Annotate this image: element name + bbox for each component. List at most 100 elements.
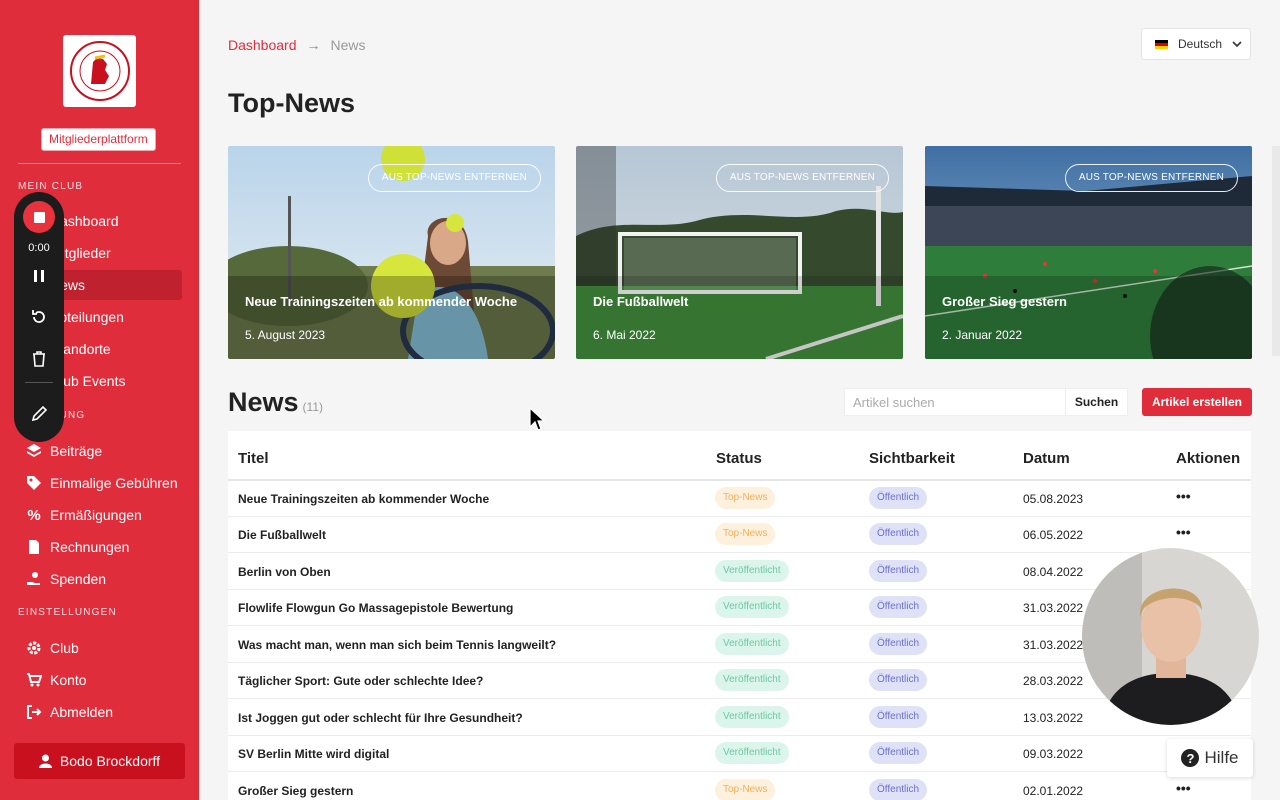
row-title[interactable]: Flowlife Flowgun Go Massagepistole Bewer… [238, 601, 513, 615]
more-actions-icon[interactable]: ••• [1176, 524, 1191, 540]
row-title[interactable]: Die Fußballwelt [238, 528, 326, 542]
club-crest-icon [69, 41, 130, 101]
sidebar-item-discounts[interactable]: % Ermäßigungen [18, 500, 182, 530]
section-label-settings: EINSTELLUNGEN [18, 607, 117, 618]
top-news-card[interactable]: AUS TOP-NEWS ENTFERNEN Neue Trainingszei… [228, 146, 555, 359]
sidebar-item-label: Ermäßigungen [50, 507, 142, 523]
sidebar-item-label: Abmelden [50, 704, 114, 720]
top-news-card[interactable]: AUS TOP-NEWS ENTFERNEN Die Fußballwelt 6… [576, 146, 903, 359]
row-title[interactable]: Ist Joggen gut oder schlecht für Ihre Ge… [238, 711, 523, 725]
sidebar-item-invoices[interactable]: Rechnungen [18, 532, 182, 562]
gear-icon [24, 638, 44, 658]
language-select[interactable]: Deutsch [1141, 28, 1251, 60]
column-header-visibility[interactable]: Sichtbarkeit [869, 450, 955, 467]
help-label: Hilfe [1204, 748, 1239, 767]
chevron-down-icon [1232, 41, 1242, 47]
breadcrumb: Dashboard → News [228, 37, 366, 53]
top-news-card[interactable]: AUS TOP-NEWS ENTFERNEN Großer Sieg geste… [925, 146, 1252, 359]
remove-from-top-news-button[interactable]: AUS TOP-NEWS ENTFERNEN [367, 164, 541, 192]
search-input[interactable] [844, 388, 1065, 416]
language-label: Deutsch [1178, 37, 1223, 51]
visibility-badge: Öffentlich [869, 669, 928, 691]
table-row[interactable]: Die Fußballwelt Top-News Öffentlich 06.0… [228, 517, 1251, 553]
column-header-title[interactable]: Titel [238, 450, 269, 467]
more-actions-icon[interactable]: ••• [1176, 488, 1191, 504]
help-button[interactable]: ? Hilfe [1167, 739, 1253, 777]
mouse-cursor-icon [529, 407, 545, 431]
pause-icon[interactable] [27, 264, 51, 288]
create-article-button[interactable]: Artikel erstellen [1142, 388, 1252, 416]
column-header-status[interactable]: Status [716, 450, 762, 467]
user-icon [38, 754, 52, 768]
sidebar-item-one-time-fees[interactable]: Einmalige Gebühren [18, 468, 182, 498]
visibility-badge: Öffentlich [869, 633, 928, 655]
news-title-text: News [228, 387, 299, 417]
table-row[interactable]: Großer Sieg gestern Top-News Öffentlich … [228, 773, 1251, 800]
club-logo[interactable] [63, 35, 136, 107]
remove-from-top-news-button[interactable]: AUS TOP-NEWS ENTFERNEN [715, 164, 889, 192]
logout-icon [24, 702, 44, 722]
invoice-icon [24, 537, 44, 557]
news-count: (11) [302, 400, 323, 414]
card-date: 2. Januar 2022 [942, 328, 1023, 342]
sidebar-item-label: Beiträge [50, 443, 103, 459]
row-date: 05.08.2023 [1023, 492, 1084, 506]
status-badge: Top-News [715, 523, 776, 545]
status-badge: Veröffentlicht [715, 669, 789, 691]
status-badge: Veröffentlicht [715, 633, 789, 655]
visibility-badge: Öffentlich [869, 487, 928, 509]
sidebar-item-label: Club [50, 640, 79, 656]
sidebar-item-label: Spenden [50, 571, 107, 587]
status-badge: Veröffentlicht [715, 596, 789, 618]
card-date: 6. Mai 2022 [593, 328, 656, 342]
news-section-title: News (11) [228, 387, 323, 418]
webcam-overlay [1082, 548, 1259, 725]
visibility-badge: Öffentlich [869, 560, 928, 582]
search-button[interactable]: Suchen [1065, 388, 1128, 416]
column-header-date[interactable]: Datum [1023, 450, 1070, 467]
breadcrumb-arrow: → [306, 37, 321, 53]
sidebar-item-donations[interactable]: Spenden [18, 564, 182, 594]
row-title[interactable]: Täglicher Sport: Gute oder schlechte Ide… [238, 674, 483, 688]
row-title[interactable]: Was macht man, wenn man sich beim Tennis… [238, 638, 556, 652]
trash-icon[interactable] [27, 346, 51, 370]
scrollbar[interactable] [1272, 146, 1280, 356]
column-header-actions: Aktionen [1176, 450, 1241, 467]
user-menu-button[interactable]: Bodo Brockdorff [14, 743, 185, 779]
sidebar-item-account[interactable]: Konto [18, 665, 182, 695]
layers-icon [24, 441, 44, 461]
sidebar-item-label: Konto [50, 672, 87, 688]
row-date: 28.03.2022 [1023, 674, 1084, 688]
more-actions-icon[interactable]: ••• [1176, 780, 1191, 796]
row-title[interactable]: Großer Sieg gestern [238, 784, 353, 798]
breadcrumb-dashboard-link[interactable]: Dashboard [228, 37, 297, 53]
visibility-badge: Öffentlich [869, 523, 928, 545]
sidebar-item-club[interactable]: Club [18, 633, 182, 663]
question-icon: ? [1181, 749, 1200, 767]
page-title: Top-News [228, 88, 355, 118]
row-title[interactable]: SV Berlin Mitte wird digital [238, 747, 389, 761]
recorder-divider [25, 382, 53, 383]
remove-from-top-news-button[interactable]: AUS TOP-NEWS ENTFERNEN [1064, 164, 1238, 192]
recording-time: 0:00 [28, 242, 50, 254]
row-date: 08.04.2022 [1023, 565, 1084, 579]
sidebar-item-label: Rechnungen [50, 539, 130, 555]
visibility-badge: Öffentlich [869, 779, 928, 800]
tag-icon [24, 473, 44, 493]
table-row[interactable]: Neue Trainingszeiten ab kommender Woche … [228, 481, 1251, 517]
table-row[interactable]: SV Berlin Mitte wird digital Veröffentli… [228, 736, 1251, 772]
row-date: 09.03.2022 [1023, 747, 1084, 761]
row-date: 31.03.2022 [1023, 601, 1084, 615]
card-title: Die Fußballwelt [593, 294, 689, 309]
restart-icon[interactable] [27, 305, 51, 329]
visibility-badge: Öffentlich [869, 596, 928, 618]
pencil-icon[interactable] [27, 402, 51, 426]
donate-icon [24, 569, 44, 589]
card-title: Großer Sieg gestern [942, 294, 1067, 309]
row-title[interactable]: Neue Trainingszeiten ab kommender Woche [238, 492, 489, 506]
table-row[interactable]: Ist Joggen gut oder schlecht für Ihre Ge… [228, 700, 1251, 736]
row-title[interactable]: Berlin von Oben [238, 565, 331, 579]
sidebar-item-logout[interactable]: Abmelden [18, 697, 182, 727]
stop-recording-button[interactable] [23, 201, 55, 233]
table-header: Titel Status Sichtbarkeit Datum Aktionen [228, 431, 1251, 481]
